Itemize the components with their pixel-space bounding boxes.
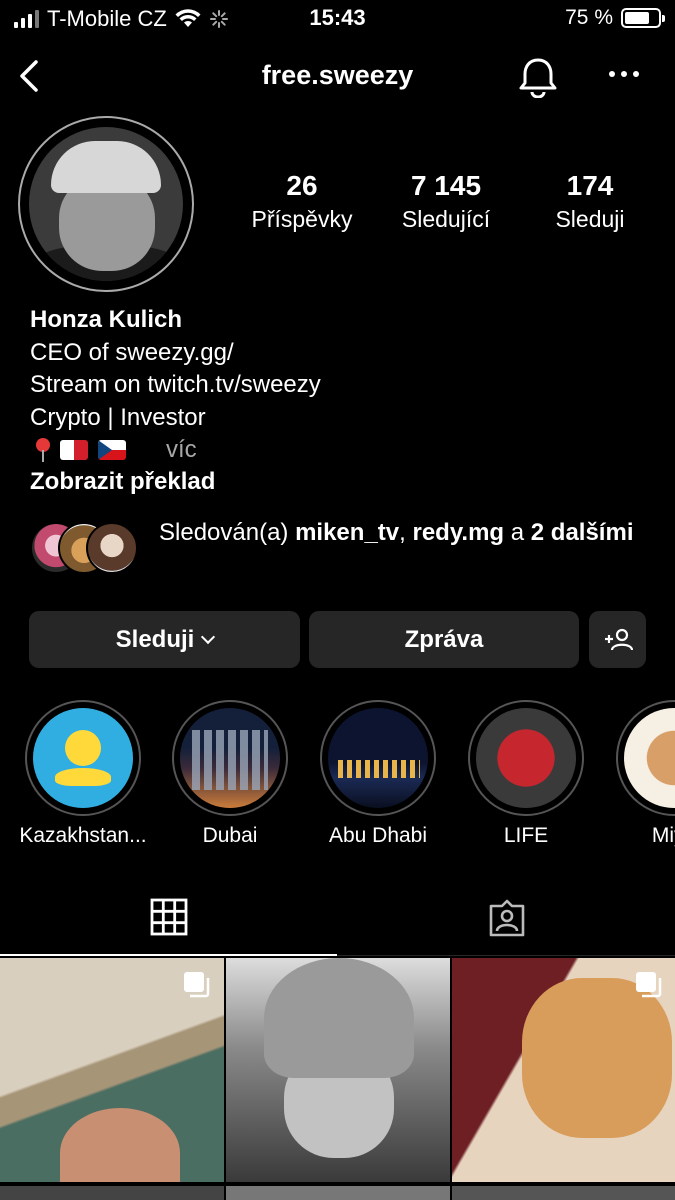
bell-icon[interactable] <box>516 56 560 98</box>
stat-posts[interactable]: 26 Příspěvky <box>230 170 374 233</box>
life-highlight-image <box>476 708 576 808</box>
followed-prefix: Sledován(a) <box>159 519 296 546</box>
post-thumbnail[interactable] <box>452 958 675 1182</box>
battery-icon <box>621 8 665 28</box>
tab-posts-grid[interactable] <box>0 880 337 956</box>
kazakhstan-flag-image <box>33 708 133 808</box>
profile-bio: Honza Kulich CEO of sweezy.gg/ Stream on… <box>30 304 650 499</box>
stat-posts-count: 26 <box>286 170 318 201</box>
battery-fill <box>625 12 649 24</box>
following-button[interactable]: Sleduji <box>29 611 300 668</box>
stat-followers[interactable]: 7 145 Sledující <box>374 170 518 233</box>
followed-by[interactable]: Sledován(a) miken_tv, redy.mg a 2 dalším… <box>30 514 650 584</box>
stat-followers-count: 7 145 <box>410 170 482 201</box>
message-button[interactable]: Zpráva <box>309 611 579 668</box>
stat-following[interactable]: 174 Sleduji <box>518 170 662 233</box>
profile-tabs <box>0 880 675 956</box>
highlight-label: LIFE <box>503 824 549 847</box>
highlight-abu-dhabi[interactable]: Abu Dhabi <box>313 700 443 848</box>
profile-avatar[interactable] <box>18 116 194 292</box>
followed-user: redy.mg <box>412 519 505 546</box>
show-translation-link[interactable]: Zobrazit překlad <box>30 466 650 499</box>
highlight-label: Abu Dhabi <box>328 824 428 847</box>
bio-line: Crypto | Investor <box>30 403 206 431</box>
stat-following-count: 174 <box>566 170 614 201</box>
bio-line[interactable]: CEO of sweezy.gg/ <box>30 337 650 370</box>
pin-icon <box>36 436 50 464</box>
followed-separator: , <box>399 519 413 546</box>
post-thumbnail[interactable] <box>226 958 450 1182</box>
tab-tagged[interactable] <box>338 880 675 956</box>
stat-followers-label: Sledující <box>401 206 491 232</box>
profile-stats: 26 Příspěvky 7 145 Sledující 174 Sleduji <box>230 170 670 233</box>
carousel-icon <box>636 972 662 998</box>
followed-others: 2 dalšími <box>530 519 634 546</box>
followed-and: a <box>504 519 531 546</box>
battery-percent: 75 % <box>565 6 613 29</box>
add-person-icon <box>604 628 633 650</box>
stat-posts-label: Příspěvky <box>251 206 353 232</box>
message-button-label: Zpráva <box>404 625 484 653</box>
chevron-down-icon <box>201 629 216 644</box>
highlight-label: Dubai <box>202 824 258 847</box>
profile-username: free.sweezy <box>261 60 414 90</box>
carousel-icon <box>184 972 210 998</box>
post-thumbnail[interactable] <box>0 1186 224 1200</box>
tagged-person-icon <box>489 899 524 937</box>
status-bar: T-Mobile CZ 15:43 75 % <box>0 0 675 38</box>
post-thumbnail[interactable] <box>0 958 224 1182</box>
following-button-label: Sleduji <box>115 625 195 653</box>
post-thumbnail[interactable] <box>226 1186 450 1200</box>
bio-more-link[interactable]: víc <box>166 434 197 467</box>
story-highlights[interactable]: Kazakhstan... Dubai Abu Dhabi LIFE Miya <box>0 700 675 860</box>
highlight-kazakhstan[interactable]: Kazakhstan... <box>18 700 148 848</box>
avatar-image <box>29 127 183 281</box>
follower-avatar <box>86 522 138 574</box>
abu-dhabi-skyline-image <box>328 708 428 808</box>
czech-flag-icon <box>98 440 126 460</box>
highlight-life[interactable]: LIFE <box>461 700 591 848</box>
grid-icon <box>150 898 187 936</box>
followed-by-text: Sledován(a) miken_tv, redy.mg a 2 dalším… <box>159 516 639 549</box>
suggested-users-button[interactable] <box>589 611 646 668</box>
highlight-label: Miya <box>651 824 675 847</box>
followed-user: miken_tv <box>295 519 400 546</box>
more-icon[interactable] <box>606 64 642 84</box>
highlight-label: Kazakhstan... <box>19 824 147 847</box>
dubai-skyline-image <box>180 708 280 808</box>
profile-full-name: Honza Kulich <box>30 306 183 333</box>
posts-grid <box>0 958 675 1200</box>
dog-highlight-image <box>624 708 675 808</box>
bio-line[interactable]: Stream on twitch.tv/sweezy <box>30 369 650 402</box>
stat-following-label: Sleduji <box>555 206 625 232</box>
bio-emoji-line: víc <box>30 434 650 466</box>
status-right: 75 % <box>565 6 665 30</box>
malta-flag-icon <box>60 440 88 460</box>
profile-header: free.sweezy <box>0 50 675 102</box>
highlight-miya[interactable]: Miya <box>609 700 675 848</box>
highlight-dubai[interactable]: Dubai <box>165 700 295 848</box>
post-thumbnail[interactable] <box>452 1186 675 1200</box>
